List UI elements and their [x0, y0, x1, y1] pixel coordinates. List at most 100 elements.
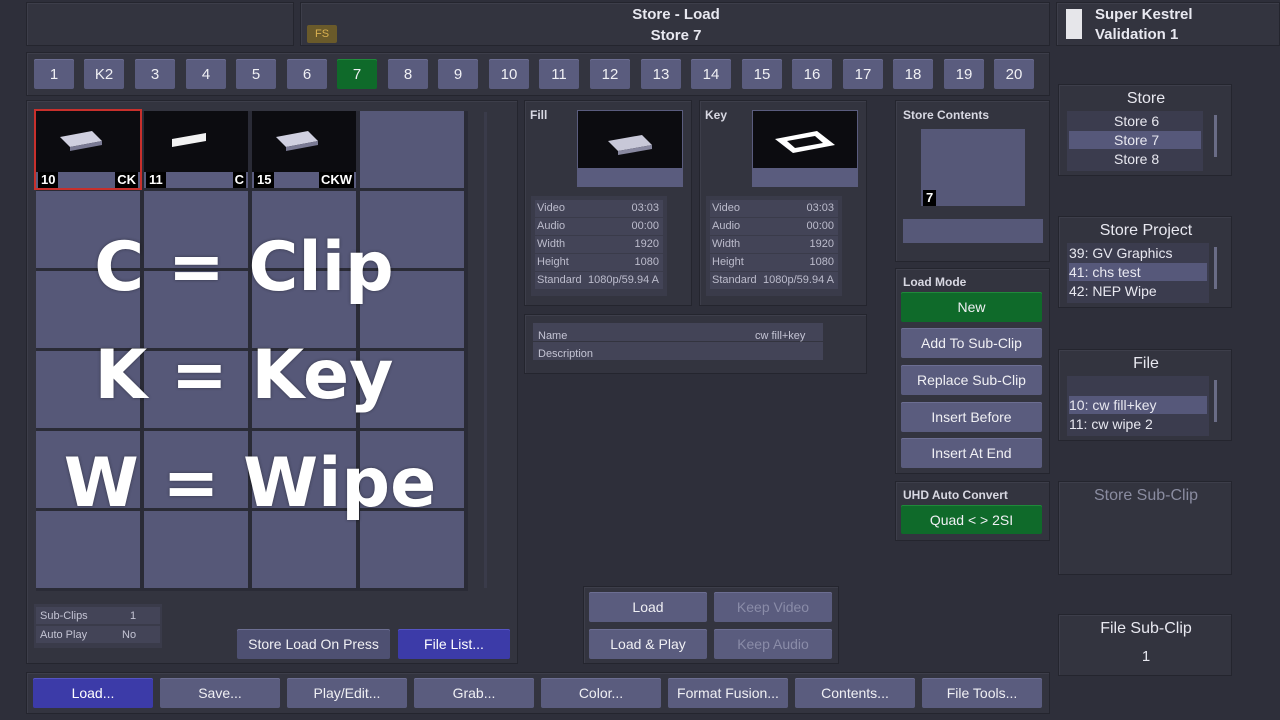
- key-stats: Video 03:03 Audio 00:00 Width 1920 Height 10…: [706, 196, 842, 296]
- keep-audio-button[interactable]: Keep Audio: [714, 629, 832, 659]
- store-tab-15[interactable]: 15: [742, 59, 782, 89]
- clip-thumbnail[interactable]: 10 CK: [34, 109, 142, 190]
- menu-grab-button[interactable]: Grab...: [414, 678, 534, 708]
- file-listbox: 10: cw fill+key 11: cw wipe 2: [1067, 376, 1209, 436]
- menu-load-button[interactable]: Load...: [33, 678, 153, 708]
- fill-audio-value: 00:00: [631, 220, 659, 232]
- file-title: File: [1133, 355, 1159, 372]
- project-item[interactable]: 42: NEP Wipe: [1069, 282, 1203, 300]
- store-tab-20[interactable]: 20: [994, 59, 1034, 89]
- file-scrollbar[interactable]: [1214, 380, 1217, 422]
- store-tab-13[interactable]: 13: [641, 59, 681, 89]
- store-contents-bar: [903, 219, 1043, 243]
- store-tab-8[interactable]: 8: [388, 59, 428, 89]
- autoplay-value: No: [122, 629, 137, 641]
- store-list-item[interactable]: Store 8: [1073, 150, 1199, 168]
- project-item-num: 41:: [1069, 264, 1089, 280]
- subclips-value: 1: [130, 610, 137, 622]
- file-panel: File 10: cw fill+key 11: cw wipe 2: [1058, 349, 1232, 441]
- file-item-name: cw fill+key: [1092, 397, 1157, 413]
- store-listbox: Store 6 Store 7 Store 8: [1067, 111, 1203, 171]
- legend-clip: C = Clip: [94, 228, 394, 307]
- project-item-name: NEP Wipe: [1092, 283, 1157, 299]
- store-project-title: Store Project: [1099, 222, 1193, 239]
- key-height-label: Height: [712, 256, 744, 268]
- store-tab-16[interactable]: 16: [792, 59, 832, 89]
- keep-video-button[interactable]: Keep Video: [714, 592, 832, 622]
- fill-panel: Fill Video 03:03 Audio 00:00 Width 1920 Hei…: [524, 100, 692, 306]
- uhd-title: UHD Auto Convert: [903, 488, 1008, 502]
- load-button[interactable]: Load: [589, 592, 707, 622]
- project-item-selected[interactable]: 41: chs test: [1069, 263, 1207, 281]
- clip-thumbnail[interactable]: 15 CKW: [252, 111, 356, 188]
- store-tab-19[interactable]: 19: [944, 59, 984, 89]
- clip-preview-icon: [172, 133, 206, 147]
- menu-contents-button[interactable]: Contents...: [795, 678, 915, 708]
- store-contents-title: Store Contents: [903, 108, 990, 122]
- load-mode-new-button[interactable]: New: [901, 292, 1042, 322]
- store-tab-17[interactable]: 17: [843, 59, 883, 89]
- key-video-label: Video: [712, 202, 740, 214]
- menu-play-edit-button[interactable]: Play/Edit...: [287, 678, 407, 708]
- project-item[interactable]: 39: GV Graphics: [1069, 244, 1203, 262]
- clip-thumbnail[interactable]: 11 C: [144, 111, 248, 188]
- key-video-value: 03:03: [806, 202, 834, 214]
- fs-badge[interactable]: FS: [307, 25, 337, 43]
- store-tab-18[interactable]: 18: [893, 59, 933, 89]
- file-item-name: cw wipe 2: [1091, 416, 1153, 432]
- clip-name-value[interactable]: cw fill+key: [755, 330, 805, 342]
- subclip-info: Sub-Clips 1 Auto Play No: [34, 604, 162, 648]
- key-panel: Key Video 03:03 Audio 00:00 Width 1920 Heig…: [699, 100, 867, 306]
- file-list-button[interactable]: File List...: [398, 629, 510, 659]
- load-mode-insert-at-end-button[interactable]: Insert At End: [901, 438, 1042, 468]
- fill-width-value: 1920: [634, 238, 659, 250]
- store-tab-1[interactable]: 1: [34, 59, 74, 89]
- clip-name-label: Name: [538, 330, 568, 342]
- file-item-selected[interactable]: 10: cw fill+key: [1069, 396, 1207, 414]
- store-tab-9[interactable]: 9: [438, 59, 478, 89]
- store-list-item[interactable]: Store 6: [1073, 112, 1199, 130]
- load-mode-title: Load Mode: [903, 275, 967, 289]
- store-list-title: Store: [1126, 90, 1166, 107]
- menu-save-button[interactable]: Save...: [160, 678, 280, 708]
- load-mode-insert-before-button[interactable]: Insert Before: [901, 402, 1042, 432]
- menu-format-fusion-button[interactable]: Format Fusion...: [668, 678, 788, 708]
- clip-number: 11: [146, 172, 166, 188]
- store-contents-preview: 7: [921, 129, 1025, 206]
- store-tab-3[interactable]: 3: [135, 59, 175, 89]
- fill-stats: Video 03:03 Audio 00:00 Width 1920 Height 10…: [531, 196, 667, 296]
- store-tab-10[interactable]: 10: [489, 59, 529, 89]
- store-project-listbox: 39: GV Graphics 41: chs test 42: NEP Wip…: [1067, 243, 1209, 303]
- store-tab-7[interactable]: 7: [337, 59, 377, 89]
- store-tab-4[interactable]: 4: [186, 59, 226, 89]
- fill-preview: [577, 110, 683, 187]
- store-tab-14[interactable]: 14: [691, 59, 731, 89]
- store-tab-6[interactable]: 6: [287, 59, 327, 89]
- store-tab-5[interactable]: 5: [236, 59, 276, 89]
- store-tab-k2[interactable]: K2: [84, 59, 124, 89]
- menu-file-tools-button[interactable]: File Tools...: [922, 678, 1042, 708]
- store-subclip-panel: Store Sub-Clip: [1058, 481, 1232, 575]
- store-load-on-press-button[interactable]: Store Load On Press: [237, 629, 390, 659]
- file-subclip-panel: File Sub-Clip 1: [1058, 614, 1232, 676]
- store-project-scrollbar[interactable]: [1214, 247, 1217, 289]
- store-tab-12[interactable]: 12: [590, 59, 630, 89]
- load-and-play-button[interactable]: Load & Play: [589, 629, 707, 659]
- uhd-mode-button[interactable]: Quad < > 2SI: [901, 505, 1042, 534]
- store-list-item-selected[interactable]: Store 7: [1069, 131, 1201, 149]
- clip-description-label: Description: [538, 348, 594, 360]
- load-mode-add-to-subclip-button[interactable]: Add To Sub-Clip: [901, 328, 1042, 358]
- menu-color-button[interactable]: Color...: [541, 678, 661, 708]
- store-tab-11[interactable]: 11: [539, 59, 579, 89]
- clip-slot-empty[interactable]: [360, 111, 464, 188]
- load-mode-replace-subclip-button[interactable]: Replace Sub-Clip: [901, 365, 1042, 395]
- file-item-num: 10:: [1069, 397, 1089, 413]
- file-item[interactable]: 11: cw wipe 2: [1069, 415, 1203, 433]
- key-preview: [752, 110, 858, 187]
- system-name-line1: Super Kestrel: [1095, 6, 1193, 23]
- fill-video-label: Video: [537, 202, 565, 214]
- store-list-scrollbar[interactable]: [1214, 115, 1217, 157]
- header-title-panel: Store - Load Store 7 FS: [300, 2, 1050, 46]
- project-item-name: chs test: [1092, 264, 1141, 280]
- project-item-num: 42:: [1069, 283, 1089, 299]
